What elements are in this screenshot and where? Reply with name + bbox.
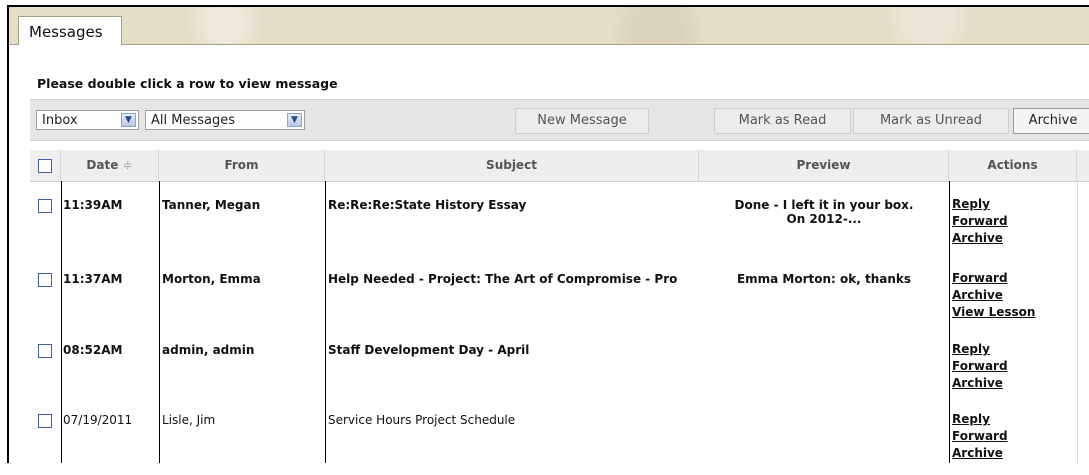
action-link-archive[interactable]: Archive (952, 230, 1008, 247)
row-actions: Reply Forward Archive (952, 411, 1008, 462)
select-all-checkbox[interactable] (38, 159, 52, 173)
row-from: Lisle, Jim (162, 413, 216, 427)
column-header-date-label: Date (86, 158, 119, 172)
row-subject: Help Needed - Project: The Art of Compro… (328, 272, 678, 286)
action-link-forward[interactable]: Forward (952, 213, 1008, 230)
column-header-preview[interactable]: Preview (699, 150, 949, 181)
row-preview-line: Done - I left it in your box. (734, 198, 914, 212)
column-header-date[interactable]: Date ≑ (61, 150, 159, 181)
action-link-forward[interactable]: Forward (952, 270, 1035, 287)
folder-select[interactable]: Inbox ▼ (36, 110, 139, 130)
message-toolbar: Inbox ▼ All Messages ▼ New Message Mark … (30, 99, 1089, 141)
row-date: 11:37AM (63, 272, 123, 286)
messages-panel: Messages Please double click a row to vi… (7, 5, 1089, 463)
row-from: admin, admin (162, 343, 255, 357)
action-link-reply[interactable]: Reply (952, 411, 1008, 428)
tab-messages[interactable]: Messages (18, 16, 122, 45)
filter-select-value: All Messages (151, 113, 235, 128)
new-message-button[interactable]: New Message (515, 108, 649, 134)
instructions-text: Please double click a row to view messag… (37, 76, 338, 91)
row-actions: Forward Archive View Lesson (952, 270, 1035, 321)
filter-select[interactable]: All Messages ▼ (145, 110, 305, 130)
table-row[interactable]: 08:52AM admin, admin Staff Development Day… (30, 335, 1089, 405)
row-date: 08:52AM (63, 343, 123, 357)
chevron-down-icon[interactable]: ▼ (287, 113, 302, 127)
row-preview-line: On 2012-... (786, 212, 862, 226)
mark-as-unread-button[interactable]: Mark as Unread (853, 108, 1009, 134)
row-subject: Re:Re:Re:State History Essay (328, 198, 527, 212)
row-from: Morton, Emma (162, 272, 261, 286)
action-link-forward[interactable]: Forward (952, 428, 1008, 445)
column-header-from[interactable]: From (159, 150, 325, 181)
row-from: Tanner, Megan (162, 198, 261, 212)
row-preview-line: Emma Morton: ok, thanks (736, 272, 912, 286)
row-checkbox[interactable] (38, 199, 52, 213)
row-subject: Service Hours Project Schedule (328, 413, 516, 427)
archive-button[interactable]: Archive (1013, 108, 1089, 134)
column-header-actions: Actions (949, 150, 1077, 181)
table-header: Date ≑ From Subject Preview Actions (30, 150, 1089, 182)
row-date: 11:39AM (63, 198, 123, 212)
action-link-archive[interactable]: Archive (952, 445, 1008, 462)
row-checkbox[interactable] (38, 414, 52, 428)
row-actions: Reply Forward Archive (952, 196, 1008, 247)
action-link-archive[interactable]: Archive (952, 375, 1008, 392)
action-link-reply[interactable]: Reply (952, 196, 1008, 213)
table-row[interactable]: 11:37AM Morton, Emma Help Needed - Project… (30, 264, 1089, 334)
table-row[interactable]: 07/19/2011 Lisle, Jim Service Hours Projec… (30, 405, 1089, 475)
mark-as-read-button[interactable]: Mark as Read (714, 108, 851, 134)
folder-select-value: Inbox (42, 113, 78, 128)
messages-table: Date ≑ From Subject Preview Actions 11:3… (30, 150, 1089, 463)
action-link-view-lesson[interactable]: View Lesson (952, 304, 1035, 321)
chevron-down-icon[interactable]: ▼ (121, 113, 136, 127)
action-link-forward[interactable]: Forward (952, 358, 1008, 375)
row-preview: Emma Morton: ok, thanks (699, 272, 949, 286)
row-date: 07/19/2011 (63, 413, 133, 427)
row-preview: Done - I left it in your box. On 2012-... (699, 198, 949, 226)
row-checkbox[interactable] (38, 273, 52, 287)
column-header-subject[interactable]: Subject (325, 150, 699, 181)
tab-bar: Messages (9, 7, 1089, 45)
action-link-reply[interactable]: Reply (952, 341, 1008, 358)
action-link-archive[interactable]: Archive (952, 287, 1035, 304)
sort-icon: ≑ (122, 158, 133, 172)
table-row[interactable]: 11:39AM Tanner, Megan Re:Re:Re:State Histo… (30, 190, 1089, 260)
row-checkbox[interactable] (38, 344, 52, 358)
header-checkbox-cell (30, 150, 61, 181)
row-subject: Staff Development Day - April (328, 343, 530, 357)
row-actions: Reply Forward Archive (952, 341, 1008, 392)
